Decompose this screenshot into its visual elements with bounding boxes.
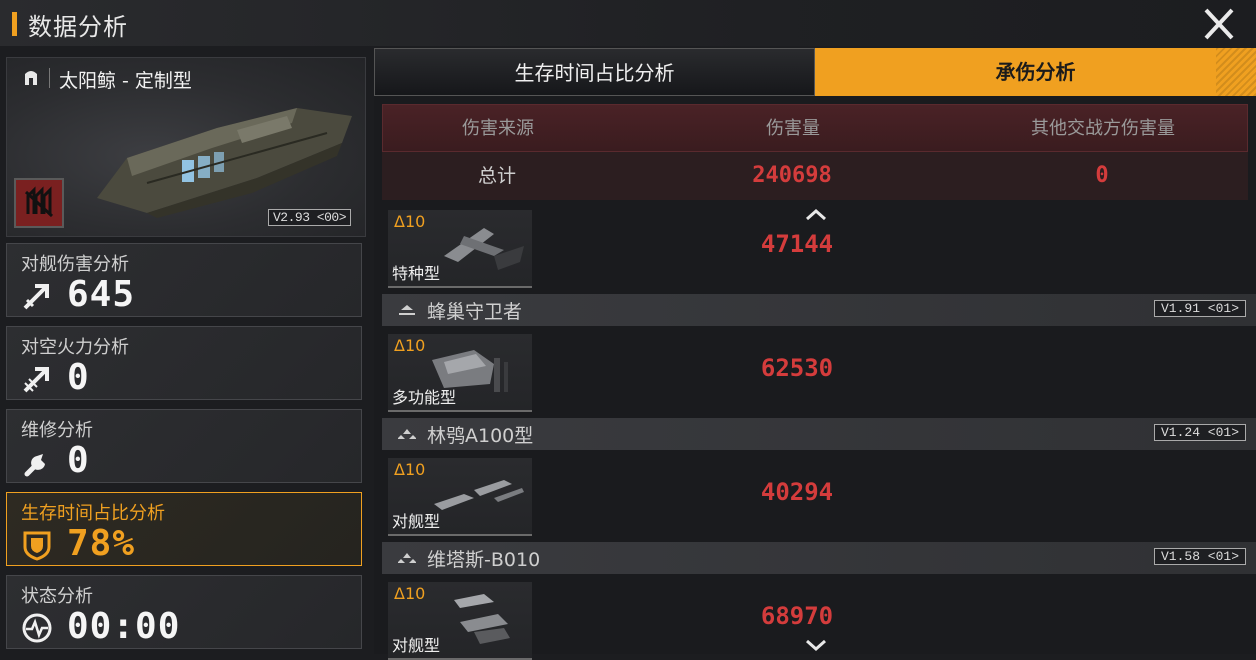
faction-badge (14, 178, 64, 228)
column-header-damage: 伤害量 (766, 118, 820, 139)
anti-air-icon (23, 367, 49, 393)
total-row: 总计 240698 0 (382, 152, 1248, 200)
group-rank-icon (399, 305, 415, 315)
title-bar: 数据分析 (0, 0, 1256, 46)
group-rank-icon (398, 429, 416, 439)
anti-ship-icon (23, 284, 49, 310)
stat-survival-time[interactable]: 生存时间占比分析 78% (6, 492, 362, 566)
group-name: 林鸮A100型 (427, 425, 534, 447)
pulse-icon (22, 613, 52, 643)
total-label: 总计 (477, 165, 516, 187)
divider (49, 68, 50, 88)
stat-label: 生存时间占比分析 (21, 503, 165, 524)
stat-anti-ship-damage[interactable]: 对舰伤害分析 645 (6, 243, 362, 317)
table-header: 伤害来源 伤害量 其他交战方伤害量 (382, 104, 1248, 152)
unit-level: Δ10 (394, 584, 426, 603)
close-button[interactable] (1198, 4, 1240, 44)
unit-name: 特种型 (392, 264, 441, 283)
unit-damage-value: 68970 (760, 602, 834, 630)
unit-card[interactable]: Δ10 对舰型 (388, 458, 532, 536)
ship-image (97, 108, 352, 218)
stat-anti-air-fire[interactable]: 对空火力分析 0 (6, 326, 362, 400)
stat-value: 00:00 (67, 606, 181, 647)
damage-taken-panel: 伤害来源 伤害量 其他交战方伤害量 总计 240698 0 Δ10 特种型 47… (374, 96, 1256, 660)
title-accent-bar (12, 12, 17, 36)
unit-name: 对舰型 (392, 636, 441, 655)
unit-card[interactable]: Δ10 多功能型 (388, 334, 532, 412)
group-version-tag: V1.24 <01> (1153, 424, 1246, 441)
ship-class-icon (25, 71, 37, 85)
stat-value: 78% (67, 523, 136, 564)
tab-damage-taken[interactable]: 承伤分析 (815, 48, 1256, 96)
faction-icon (24, 186, 54, 218)
close-icon (1204, 8, 1234, 40)
group-header[interactable]: 林鸮A100型 V1.24 <01> (382, 418, 1256, 450)
ship-card: 太阳鲸 - 定制型 V2.93 <00> (6, 57, 366, 237)
stat-repair[interactable]: 维修分析 0 (6, 409, 362, 483)
total-other-damage-value: 0 (1095, 163, 1109, 188)
scroll-up-icon[interactable] (804, 208, 828, 222)
total-damage-value: 240698 (752, 163, 832, 188)
stat-label: 对舰伤害分析 (21, 254, 129, 275)
stat-value: 0 (67, 440, 90, 481)
group-rank-icon (398, 553, 416, 563)
unit-damage-value: 62530 (760, 354, 834, 382)
unit-damage-value: 40294 (760, 478, 834, 506)
shield-icon (23, 531, 51, 561)
group-version-tag: V1.91 <01> (1153, 300, 1246, 317)
stat-value: 0 (67, 357, 90, 398)
unit-level: Δ10 (394, 460, 426, 479)
stat-label: 维修分析 (21, 420, 93, 441)
wrench-icon (24, 454, 45, 477)
unit-level: Δ10 (394, 212, 426, 231)
stat-value: 645 (67, 274, 136, 315)
scroll-down-icon[interactable] (804, 638, 828, 652)
stat-label: 状态分析 (21, 586, 93, 607)
group-header[interactable]: 维塔斯-B010 V1.58 <01> (382, 542, 1256, 574)
column-header-other-damage: 其他交战方伤害量 (1031, 118, 1175, 139)
tab-survival-time[interactable]: 生存时间占比分析 (374, 48, 815, 96)
group-name: 蜂巢守卫者 (427, 301, 523, 323)
unit-name: 多功能型 (392, 388, 457, 407)
stat-label: 对空火力分析 (21, 337, 129, 358)
unit-level: Δ10 (394, 336, 426, 355)
unit-name: 对舰型 (392, 512, 441, 531)
stat-status[interactable]: 状态分析 00:00 (6, 575, 362, 649)
group-name: 维塔斯-B010 (427, 549, 541, 571)
ship-version-tag: V2.93 <00> (268, 209, 352, 226)
unit-card[interactable]: Δ10 对舰型 (388, 582, 532, 660)
unit-damage-value: 47144 (760, 230, 834, 258)
column-header-source: 伤害来源 (462, 118, 534, 139)
page-title: 数据分析 (28, 13, 128, 41)
group-header[interactable]: 蜂巢守卫者 V1.91 <01> (382, 294, 1256, 326)
group-version-tag: V1.58 <01> (1153, 548, 1246, 565)
unit-card[interactable]: Δ10 特种型 (388, 210, 532, 288)
analysis-tabs: 生存时间占比分析 承伤分析 (374, 48, 1256, 96)
